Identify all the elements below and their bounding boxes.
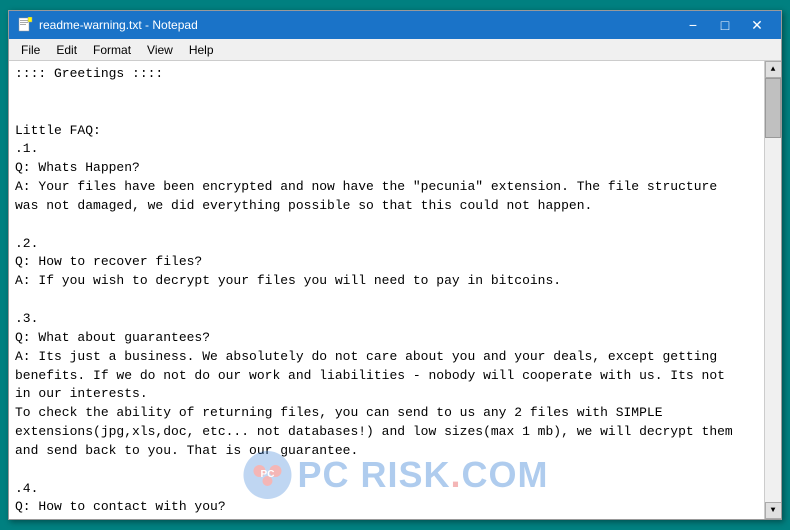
window-controls: − □ ✕ <box>677 11 773 39</box>
scroll-up-button[interactable]: ▲ <box>765 61 782 78</box>
menu-bar: File Edit Format View Help <box>9 39 781 61</box>
close-button[interactable]: ✕ <box>741 11 773 39</box>
maximize-button[interactable]: □ <box>709 11 741 39</box>
text-area[interactable]: :::: Greetings :::: Little FAQ: .1. Q: W… <box>9 61 764 519</box>
menu-file[interactable]: File <box>13 39 48 60</box>
notepad-window: readme-warning.txt - Notepad − □ ✕ File … <box>8 10 782 520</box>
menu-help[interactable]: Help <box>181 39 222 60</box>
scrollbar[interactable]: ▲ ▼ <box>764 61 781 519</box>
window-title: readme-warning.txt - Notepad <box>39 18 677 32</box>
scroll-down-button[interactable]: ▼ <box>765 502 782 519</box>
scrollbar-thumb-area <box>765 78 781 502</box>
text-area-container: :::: Greetings :::: Little FAQ: .1. Q: W… <box>9 61 781 519</box>
minimize-button[interactable]: − <box>677 11 709 39</box>
scrollbar-thumb[interactable] <box>765 78 781 138</box>
notepad-icon <box>17 17 33 33</box>
title-bar: readme-warning.txt - Notepad − □ ✕ <box>9 11 781 39</box>
menu-view[interactable]: View <box>139 39 181 60</box>
menu-edit[interactable]: Edit <box>48 39 85 60</box>
menu-format[interactable]: Format <box>85 39 139 60</box>
